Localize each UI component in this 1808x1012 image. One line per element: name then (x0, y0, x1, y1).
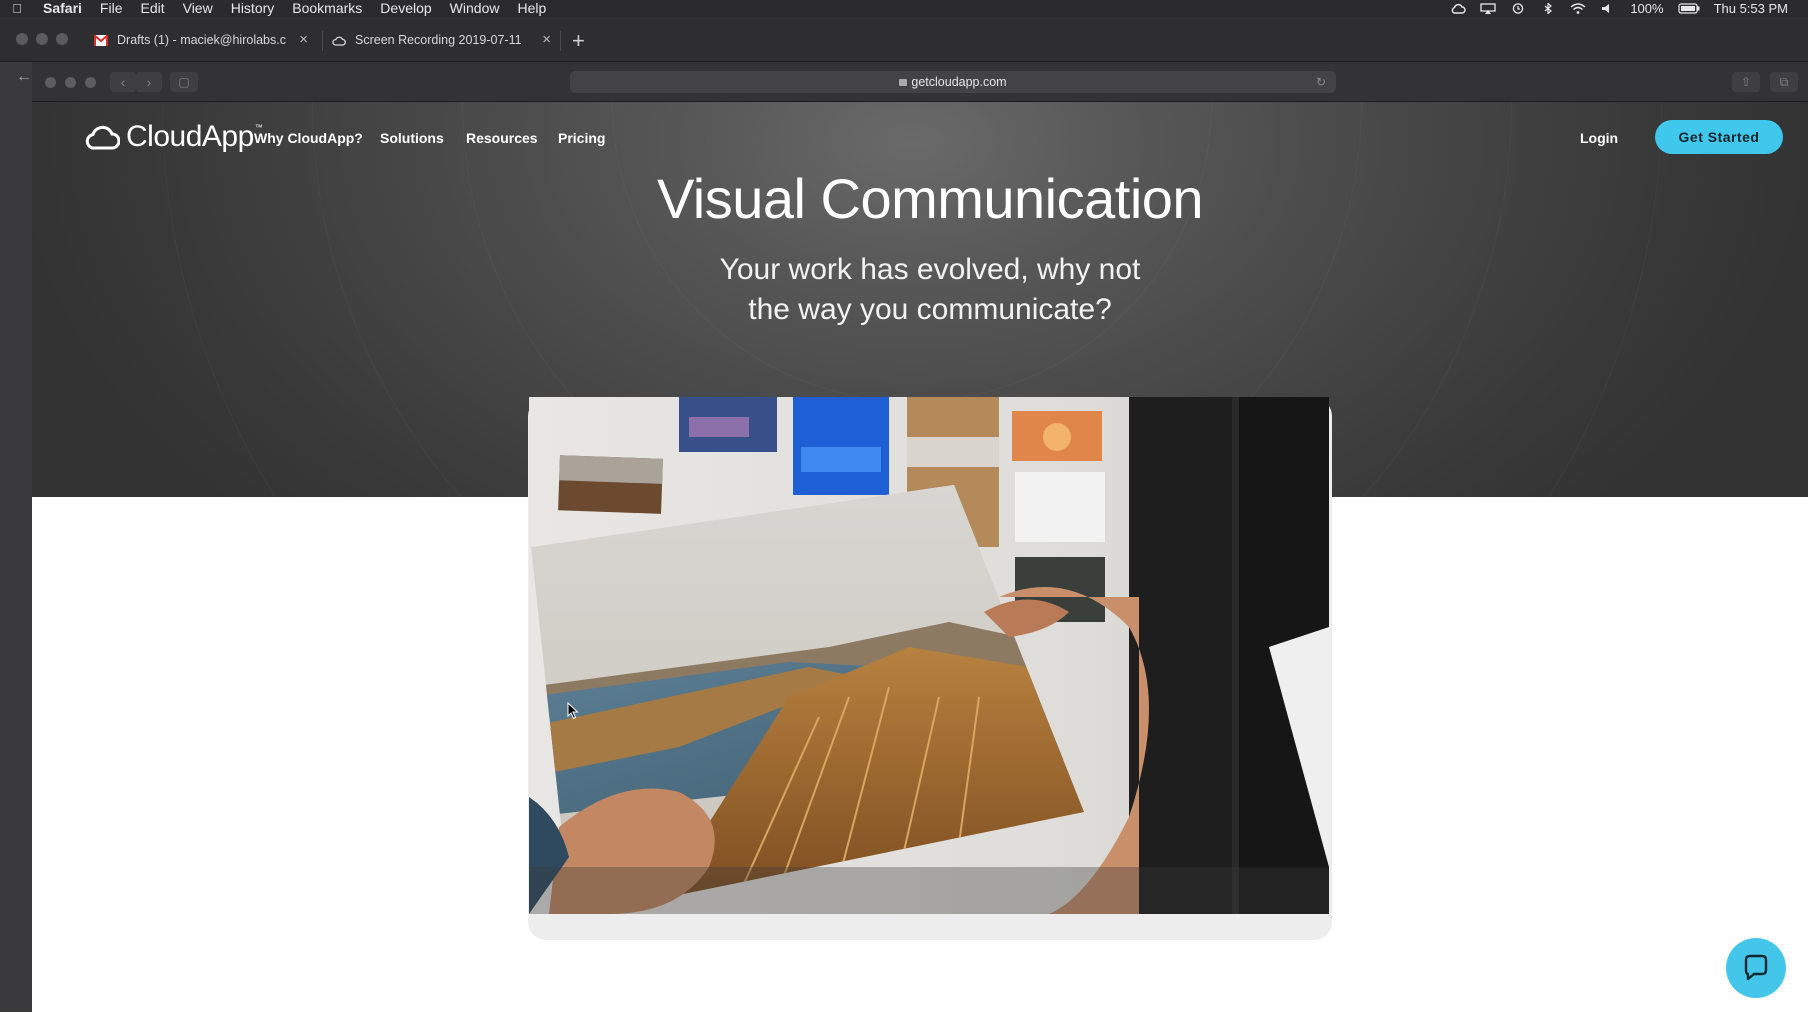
photo-illustration (529, 397, 1329, 914)
forward-button[interactable]: › (136, 72, 162, 92)
zoom-window-button[interactable] (56, 33, 68, 45)
time-machine-icon[interactable] (1510, 3, 1526, 14)
battery-percent: 100% (1630, 1, 1664, 16)
new-tab-plus-icon[interactable]: + (572, 28, 585, 54)
url-text: getcloudapp.com (911, 75, 1007, 89)
menu-window[interactable]: Window (441, 0, 509, 17)
zoom-window-button[interactable] (85, 77, 96, 88)
logo-wordmark: CloudApp (126, 120, 254, 153)
minimize-window-button[interactable] (65, 77, 76, 88)
browser-toolbar: ‹ › ▢ getcloudapp.com ↻ ⇧ ⧉ (32, 62, 1808, 102)
sidebar-toggle-icon[interactable]: ▢ (170, 72, 198, 92)
menu-clock[interactable]: Thu 5:53 PM (1714, 1, 1788, 16)
share-icon[interactable]: ⇧ (1732, 72, 1760, 92)
chat-bubble-icon (1744, 954, 1768, 981)
menu-history[interactable]: History (222, 0, 284, 17)
close-window-button[interactable] (16, 33, 28, 45)
login-link[interactable]: Login (1580, 130, 1618, 146)
menu-edit[interactable]: Edit (131, 0, 173, 17)
tab-divider (560, 31, 561, 51)
gmail-icon (94, 34, 108, 46)
get-started-button[interactable]: Get Started (1655, 120, 1783, 154)
airplay-icon[interactable] (1480, 3, 1496, 14)
status-tray: 100% Thu 5:53 PM (1450, 0, 1788, 17)
menu-help[interactable]: Help (508, 0, 555, 17)
menu-view[interactable]: View (174, 0, 222, 17)
menu-bookmarks[interactable]: Bookmarks (283, 0, 371, 17)
close-window-button[interactable] (45, 77, 56, 88)
tab-screen-recording[interactable]: Screen Recording 2019-07-11 × (332, 26, 557, 54)
menu-bar:  Safari File Edit View History Bookmark… (0, 0, 1808, 17)
nav-resources[interactable]: Resources (466, 130, 538, 146)
chat-launcher-button[interactable] (1726, 938, 1786, 998)
tab-title: Drafts (1) - maciek@hirolabs.c (117, 33, 286, 47)
hero-subheadline: Your work has evolved, why not the way y… (32, 250, 1808, 330)
cloudapp-icon (332, 36, 346, 46)
tab-divider (322, 31, 323, 51)
menu-file[interactable]: File (91, 0, 132, 17)
menu-develop[interactable]: Develop (371, 0, 440, 17)
lock-icon (899, 79, 908, 86)
bluetooth-icon[interactable] (1540, 3, 1556, 14)
webpage: CloudApp ™ Why CloudApp? Solutions Resour… (32, 102, 1808, 1012)
tab-gmail-drafts[interactable]: Drafts (1) - maciek@hirolabs.c × (94, 26, 314, 54)
reload-icon[interactable]: ↻ (1316, 71, 1326, 93)
volume-icon[interactable] (1600, 3, 1616, 14)
tab-title: Screen Recording 2019-07-11 (355, 33, 522, 47)
subheadline-line-1: Your work has evolved, why not (719, 253, 1141, 286)
cloudapp-logo[interactable]: CloudApp ™ (84, 120, 263, 154)
nav-solutions[interactable]: Solutions (380, 130, 444, 146)
close-tab-icon[interactable]: × (299, 31, 308, 48)
battery-icon[interactable] (1677, 3, 1700, 14)
minimize-window-button[interactable] (36, 33, 48, 45)
tabs-overview-icon[interactable]: ⧉ (1770, 72, 1798, 92)
wifi-icon[interactable] (1570, 3, 1586, 14)
background-window-edge: ← (0, 62, 32, 1012)
site-nav: CloudApp ™ Why CloudApp? Solutions Resour… (32, 102, 1808, 174)
close-tab-icon[interactable]: × (542, 31, 551, 48)
apple-icon[interactable]:  (0, 1, 34, 16)
tab-bar: Drafts (1) - maciek@hirolabs.c × Screen … (0, 17, 1808, 62)
cloud-tray-icon[interactable] (1450, 3, 1466, 14)
back-button[interactable]: ‹ (110, 72, 136, 92)
address-bar[interactable]: getcloudapp.com ↻ (570, 71, 1336, 93)
hero-headline: Visual Communication (656, 167, 1204, 230)
nav-why-cloudapp[interactable]: Why CloudApp? (254, 130, 363, 146)
subheadline-line-2: the way you communicate? (748, 293, 1112, 326)
nav-pricing[interactable]: Pricing (558, 130, 605, 146)
back-arrow-icon[interactable]: ← (16, 68, 32, 86)
hero-image (529, 397, 1329, 914)
menu-app-name[interactable]: Safari (34, 0, 91, 17)
mouse-cursor-icon (567, 702, 579, 720)
cloud-logo-icon (85, 125, 120, 150)
